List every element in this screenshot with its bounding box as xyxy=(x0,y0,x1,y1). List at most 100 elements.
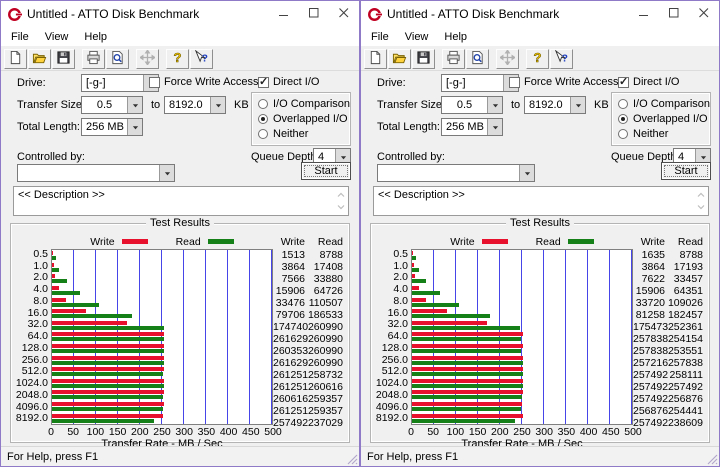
direct-io-checkbox[interactable]: Direct I/O xyxy=(618,75,679,88)
transfer-from-select[interactable]: 0.5 xyxy=(81,96,143,114)
open-button[interactable] xyxy=(28,48,51,69)
value-row: 79706 186533 xyxy=(273,309,345,321)
benchmark-chart: 0.5 1.0 2.0 4.0 8.0 16.0 32.0 64.0 128.0 256.0 512… xyxy=(13,248,345,429)
scroll-down-icon[interactable] xyxy=(337,202,345,214)
context-help-button[interactable]: ? xyxy=(190,48,213,69)
kb-label: KB xyxy=(234,99,249,111)
dropdown-arrow-icon[interactable] xyxy=(487,119,502,135)
minimize-button[interactable] xyxy=(269,1,299,27)
checkbox-box[interactable] xyxy=(258,75,269,88)
controlled-by-select[interactable] xyxy=(377,164,535,182)
total-length-select[interactable]: 256 MB xyxy=(441,118,503,136)
radio-i-o-comparison[interactable]: I/O Comparison xyxy=(258,98,350,110)
dropdown-arrow-icon[interactable] xyxy=(487,97,502,113)
dropdown-arrow-icon[interactable] xyxy=(127,97,142,113)
test-results-title: Test Results xyxy=(506,217,574,229)
scroll-down-icon[interactable] xyxy=(697,202,705,214)
force-write-access-checkbox[interactable]: Force Write Access xyxy=(509,76,619,88)
minimize-icon xyxy=(639,8,649,21)
radio-circle[interactable] xyxy=(258,129,268,139)
dropdown-arrow-icon[interactable] xyxy=(127,119,142,135)
app-window-left: Untitled - ATTO Disk Benchmark File View H… xyxy=(0,0,360,467)
start-button[interactable]: Start xyxy=(661,162,711,180)
checkbox-box[interactable] xyxy=(149,76,160,88)
print-preview-button[interactable] xyxy=(106,48,129,69)
print-button[interactable] xyxy=(82,48,105,69)
menu-help[interactable]: Help xyxy=(76,29,115,45)
checkbox-box[interactable] xyxy=(618,75,629,88)
read-bar xyxy=(52,291,80,296)
x-tick-label: 100 xyxy=(86,426,105,438)
chart-row xyxy=(412,366,632,378)
maximize-button[interactable] xyxy=(299,1,329,27)
menu-view[interactable]: View xyxy=(37,29,77,45)
read-value: 33880 xyxy=(313,273,343,285)
menu-file[interactable]: File xyxy=(3,29,37,45)
drive-select[interactable]: [-g-] xyxy=(81,74,159,92)
description-field[interactable]: << Description >> xyxy=(373,186,709,216)
radio-overlapped-i-o[interactable]: Overlapped I/O xyxy=(258,113,348,125)
radio-neither[interactable]: Neither xyxy=(258,128,344,140)
transfer-from-select[interactable]: 0.5 xyxy=(441,96,503,114)
checkbox-box[interactable] xyxy=(509,76,520,88)
x-tick-label: 500 xyxy=(264,426,282,438)
description-field[interactable]: << Description >> xyxy=(13,186,349,216)
help-icon: ? xyxy=(530,49,545,68)
scroll-up-icon[interactable] xyxy=(337,190,345,202)
new-button[interactable] xyxy=(364,48,387,69)
transfer-to-select[interactable]: 8192.0 xyxy=(164,96,226,114)
controlled-by-select[interactable] xyxy=(17,164,175,182)
dropdown-arrow-icon[interactable] xyxy=(210,97,225,113)
print-button[interactable] xyxy=(442,48,465,69)
radio-circle[interactable] xyxy=(618,99,628,109)
resize-grip-icon[interactable] xyxy=(346,453,358,465)
radio-label: Neither xyxy=(273,128,309,140)
resize-grip-icon[interactable] xyxy=(706,453,718,465)
menu-help[interactable]: Help xyxy=(436,29,475,45)
direct-io-checkbox[interactable]: Direct I/O xyxy=(258,75,319,88)
description-scrollbar[interactable] xyxy=(694,188,707,214)
menu-view[interactable]: View xyxy=(397,29,437,45)
transfer-to-select[interactable]: 8192.0 xyxy=(524,96,586,114)
radio-circle[interactable] xyxy=(258,99,268,109)
save-button[interactable] xyxy=(52,48,75,69)
dropdown-arrow-icon[interactable] xyxy=(570,97,585,113)
read-value: 252361 xyxy=(667,321,703,333)
read-value: 8788 xyxy=(679,249,703,261)
menu-file[interactable]: File xyxy=(363,29,397,45)
start-button[interactable]: Start xyxy=(301,162,351,180)
total-length-label: Total Length: xyxy=(377,121,440,133)
radio-overlapped-i-o[interactable]: Overlapped I/O xyxy=(618,113,708,125)
total-length-select[interactable]: 256 MB xyxy=(81,118,143,136)
write-value: 257838 xyxy=(633,345,669,357)
test-results-title: Test Results xyxy=(146,217,214,229)
radio-circle[interactable] xyxy=(618,114,628,124)
chart-row xyxy=(52,273,272,285)
radio-i-o-comparison[interactable]: I/O Comparison xyxy=(618,98,710,110)
open-button[interactable] xyxy=(388,48,411,69)
maximize-button[interactable] xyxy=(659,1,689,27)
read-bar xyxy=(412,395,523,400)
save-button[interactable] xyxy=(412,48,435,69)
controls-panel: Drive: [-g-] Force Write Access Direct I… xyxy=(1,71,359,219)
dropdown-arrow-icon[interactable] xyxy=(519,165,534,181)
value-row: 261629 260990 xyxy=(273,357,345,369)
new-button[interactable] xyxy=(4,48,27,69)
help-button[interactable]: ? xyxy=(166,48,189,69)
dropdown-arrow-icon[interactable] xyxy=(159,165,174,181)
write-bar xyxy=(52,332,165,337)
drive-select[interactable]: [-g-] xyxy=(441,74,519,92)
radio-neither[interactable]: Neither xyxy=(618,128,704,140)
context-help-button[interactable]: ? xyxy=(550,48,573,69)
minimize-button[interactable] xyxy=(629,1,659,27)
radio-circle[interactable] xyxy=(258,114,268,124)
description-scrollbar[interactable] xyxy=(334,188,347,214)
close-button[interactable] xyxy=(689,1,719,27)
radio-circle[interactable] xyxy=(618,129,628,139)
help-button[interactable]: ? xyxy=(526,48,549,69)
scroll-up-icon[interactable] xyxy=(697,190,705,202)
force-write-access-checkbox[interactable]: Force Write Access xyxy=(149,76,259,88)
read-bar xyxy=(412,349,521,354)
print-preview-button[interactable] xyxy=(466,48,489,69)
close-button[interactable] xyxy=(329,1,359,27)
